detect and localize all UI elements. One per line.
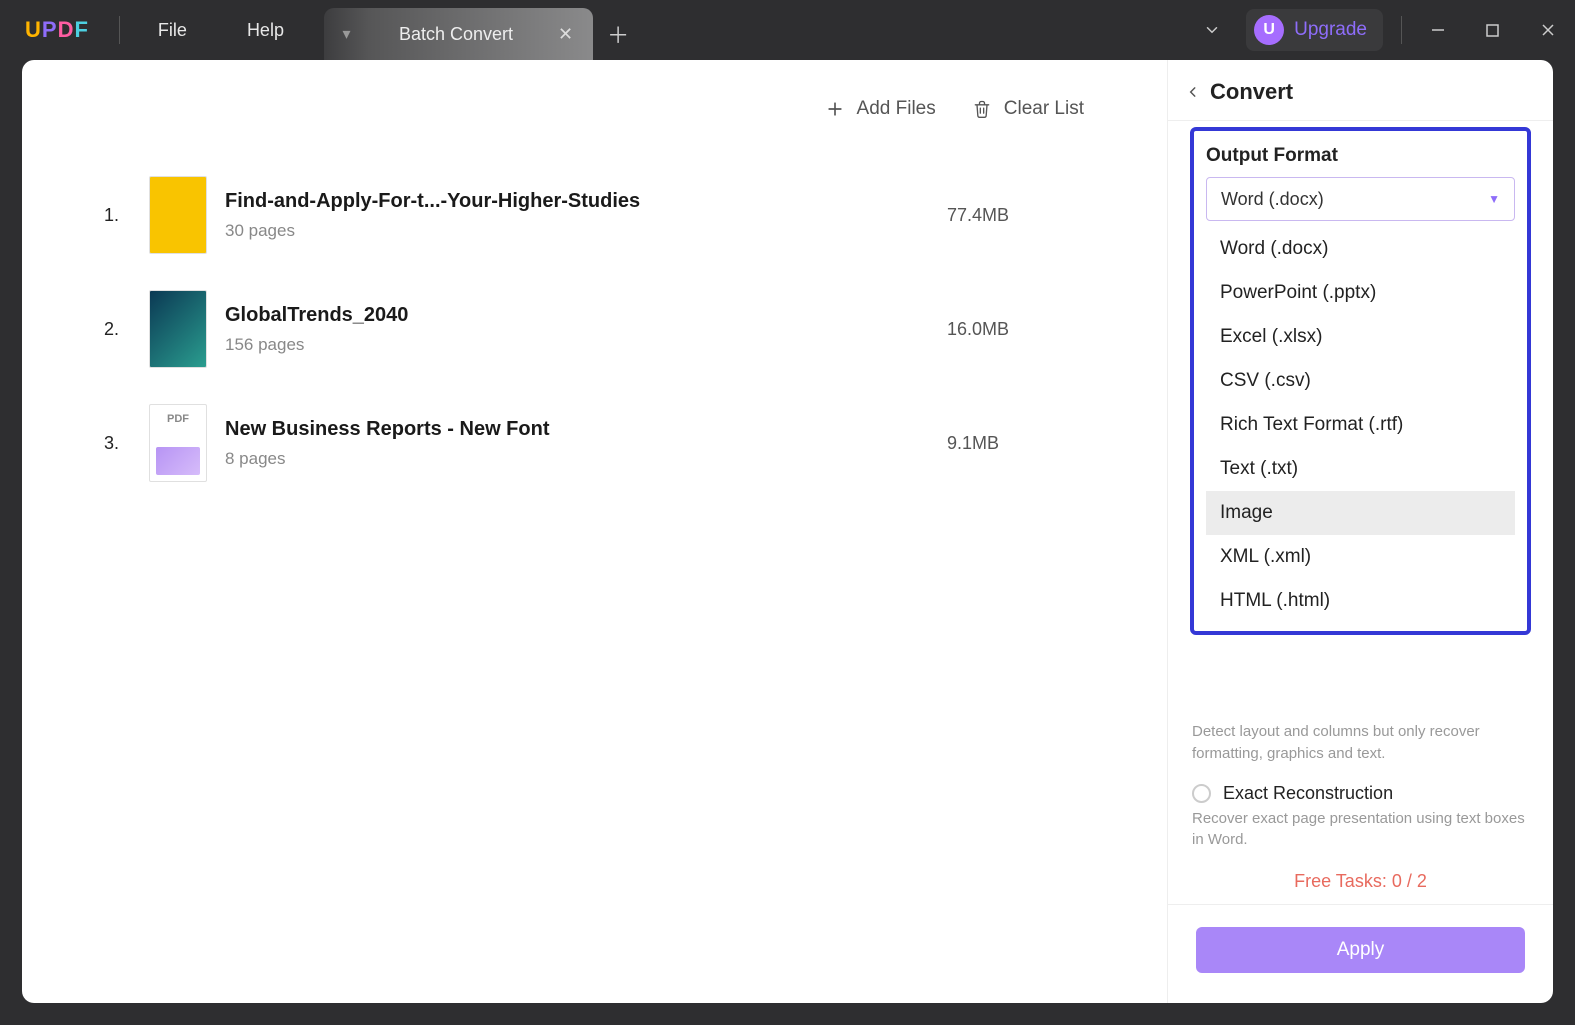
logo-letter: P [42, 17, 58, 42]
file-thumbnail [149, 290, 207, 368]
upgrade-badge-icon: U [1254, 15, 1284, 45]
file-info: Find-and-Apply-For-t...-Your-Higher-Stud… [225, 190, 947, 241]
file-pages: 156 pages [225, 335, 947, 355]
output-format-label: Output Format [1206, 145, 1515, 167]
file-list: 1. Find-and-Apply-For-t...-Your-Higher-S… [72, 138, 1117, 520]
back-button[interactable] [1182, 78, 1210, 106]
close-icon [1541, 23, 1555, 37]
separator [119, 16, 120, 44]
upgrade-button[interactable]: U Upgrade [1246, 9, 1383, 51]
format-option[interactable]: HTML (.html) [1206, 579, 1515, 623]
format-option[interactable]: Rich Text Format (.rtf) [1206, 403, 1515, 447]
convert-header: Convert [1168, 60, 1553, 121]
upgrade-label: Upgrade [1294, 19, 1367, 41]
tab-close-button[interactable]: ✕ [558, 24, 573, 45]
logo-letter: F [74, 17, 88, 42]
file-info: New Business Reports - New Font 8 pages [225, 418, 947, 469]
maximize-icon [1486, 24, 1499, 37]
output-format-select[interactable]: Word (.docx) ▼ [1206, 177, 1515, 221]
trash-icon [972, 98, 992, 120]
file-number: 2. [82, 319, 127, 340]
clear-list-button[interactable]: Clear List [954, 90, 1102, 128]
retain-layout-desc: Detect layout and columns but only recov… [1192, 721, 1529, 765]
file-row[interactable]: 3. New Business Reports - New Font 8 pag… [82, 386, 1107, 500]
format-option[interactable]: Word (.docx) [1206, 227, 1515, 271]
tab-list-dropdown[interactable]: ▾ [324, 8, 369, 60]
exact-reconstruction-desc: Recover exact page presentation using te… [1192, 808, 1529, 852]
file-name: New Business Reports - New Font [225, 418, 947, 441]
file-name: GlobalTrends_2040 [225, 304, 947, 327]
window-menu-dropdown[interactable] [1178, 21, 1246, 39]
file-size: 16.0MB [947, 319, 1107, 340]
menu-file[interactable]: File [128, 0, 217, 60]
separator [1401, 16, 1402, 44]
app-logo: UPDF [25, 17, 89, 43]
format-option[interactable]: Text (.txt) [1206, 447, 1515, 491]
file-pages: 8 pages [225, 449, 947, 469]
add-files-label: Add Files [857, 98, 936, 120]
tab-batch-convert[interactable]: Batch Convert ✕ [369, 8, 593, 60]
file-thumbnail [149, 404, 207, 482]
window-maximize-button[interactable] [1465, 10, 1520, 50]
tab-area: ▾ Batch Convert ✕ ＋ [324, 0, 643, 60]
chevron-down-icon [1203, 21, 1221, 39]
clear-list-label: Clear List [1004, 98, 1084, 120]
workspace: Add Files Clear List 1. Find-and-Apply-F… [22, 60, 1553, 1003]
output-format-value: Word (.docx) [1221, 189, 1324, 210]
file-row[interactable]: 2. GlobalTrends_2040 156 pages 16.0MB [82, 272, 1107, 386]
window-close-button[interactable] [1520, 10, 1575, 50]
window-minimize-button[interactable] [1410, 10, 1465, 50]
exact-reconstruction-option[interactable]: Exact Reconstruction [1192, 783, 1529, 804]
format-option[interactable]: PowerPoint (.pptx) [1206, 271, 1515, 315]
layout-options: Detect layout and columns but only recov… [1168, 711, 1553, 904]
output-format-highlight: Output Format Word (.docx) ▼ Word (.docx… [1190, 127, 1531, 635]
format-option[interactable]: Excel (.xlsx) [1206, 315, 1515, 359]
caret-down-icon: ▾ [342, 24, 350, 44]
file-list-card: Add Files Clear List 1. Find-and-Apply-F… [72, 90, 1117, 973]
format-option[interactable]: XML (.xml) [1206, 535, 1515, 579]
exact-reconstruction-label: Exact Reconstruction [1223, 783, 1393, 804]
logo-letter: D [58, 17, 75, 42]
titlebar: UPDF File Help ▾ Batch Convert ✕ ＋ U Upg… [0, 0, 1575, 60]
output-format-dropdown: Word (.docx)PowerPoint (.pptx)Excel (.xl… [1206, 227, 1515, 623]
file-toolbar: Add Files Clear List [72, 90, 1117, 138]
menu-help[interactable]: Help [217, 0, 314, 60]
file-name: Find-and-Apply-For-t...-Your-Higher-Stud… [225, 190, 947, 213]
minimize-icon [1431, 23, 1445, 37]
add-files-button[interactable]: Add Files [807, 90, 954, 128]
logo-letter: U [25, 17, 42, 42]
format-option[interactable]: CSV (.csv) [1206, 359, 1515, 403]
file-number: 3. [82, 433, 127, 454]
file-pages: 30 pages [225, 221, 947, 241]
file-size: 77.4MB [947, 205, 1107, 226]
file-size: 9.1MB [947, 433, 1107, 454]
apply-button[interactable]: Apply [1196, 927, 1525, 973]
convert-panel: Convert Output Format Word (.docx) ▼ Wor… [1167, 60, 1553, 1003]
convert-title: Convert [1210, 79, 1293, 105]
radio-icon [1192, 784, 1211, 803]
plus-icon [825, 99, 845, 119]
file-row[interactable]: 1. Find-and-Apply-For-t...-Your-Higher-S… [82, 158, 1107, 272]
file-number: 1. [82, 205, 127, 226]
titlebar-right: U Upgrade [1178, 9, 1575, 51]
free-tasks-counter: Free Tasks: 0 / 2 [1192, 871, 1529, 892]
convert-body: Output Format Word (.docx) ▼ Word (.docx… [1168, 121, 1553, 711]
file-thumbnail [149, 176, 207, 254]
caret-down-icon: ▼ [1488, 192, 1500, 206]
file-info: GlobalTrends_2040 156 pages [225, 304, 947, 355]
chevron-left-icon [1186, 82, 1200, 102]
tab-add-button[interactable]: ＋ [593, 8, 643, 60]
apply-bar: Apply [1168, 904, 1553, 1003]
tab-title: Batch Convert [399, 24, 513, 45]
format-option[interactable]: Image [1206, 491, 1515, 535]
main-panel: Add Files Clear List 1. Find-and-Apply-F… [22, 60, 1167, 1003]
